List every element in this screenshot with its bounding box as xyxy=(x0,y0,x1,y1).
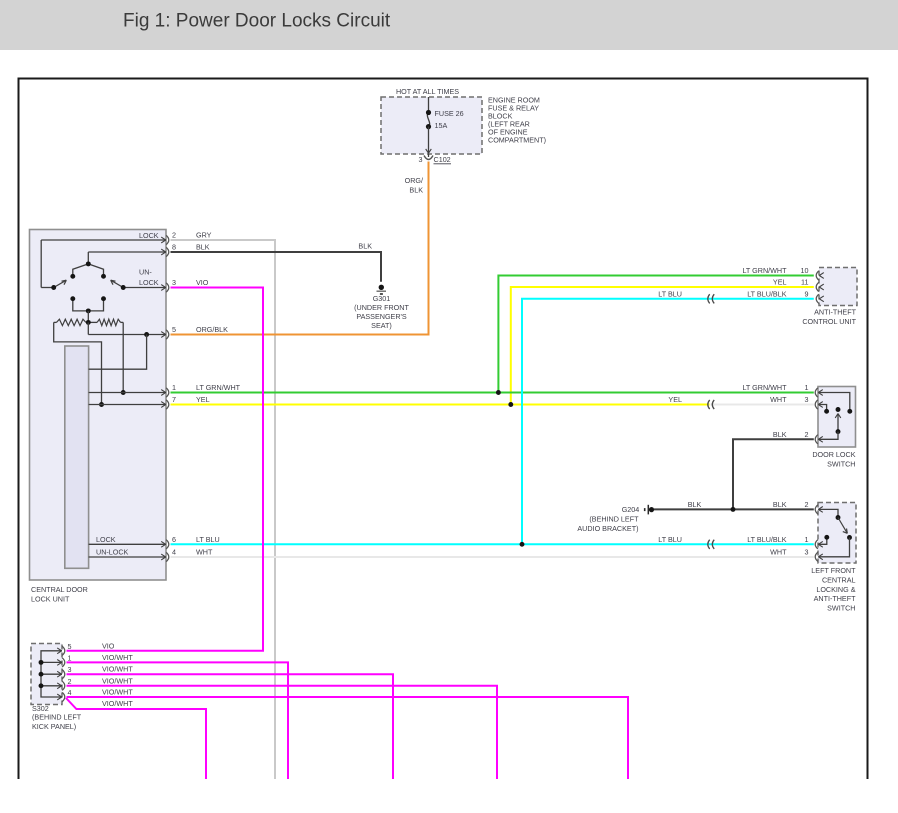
svg-text:BLK: BLK xyxy=(358,242,372,251)
svg-text:LT GRN/WHT: LT GRN/WHT xyxy=(742,266,787,275)
svg-text:G301: G301 xyxy=(373,294,391,303)
svg-text:YEL: YEL xyxy=(773,278,787,287)
svg-text:1: 1 xyxy=(805,535,809,544)
svg-text:WHT: WHT xyxy=(770,547,787,556)
svg-text:YEL: YEL xyxy=(668,395,682,404)
svg-text:BLK: BLK xyxy=(409,186,423,195)
svg-text:LOCK: LOCK xyxy=(139,278,159,287)
svg-text:CENTRAL DOOR: CENTRAL DOOR xyxy=(31,585,88,594)
svg-text:VIO: VIO xyxy=(102,641,115,650)
svg-text:3: 3 xyxy=(805,395,809,404)
svg-text:ANTI-THEFT: ANTI-THEFT xyxy=(814,308,857,317)
svg-text:3: 3 xyxy=(419,155,423,164)
svg-text:PASSENGER'S: PASSENGER'S xyxy=(356,312,407,321)
svg-text:LT GRN/WHT: LT GRN/WHT xyxy=(742,383,787,392)
svg-text:9: 9 xyxy=(805,289,809,298)
svg-text:LOCK UNIT: LOCK UNIT xyxy=(31,595,70,604)
svg-text:VIO: VIO xyxy=(196,278,209,287)
svg-text:15A: 15A xyxy=(435,121,448,130)
svg-text:LOCK: LOCK xyxy=(96,535,116,544)
svg-text:(BEHIND LEFT: (BEHIND LEFT xyxy=(589,515,639,524)
svg-text:3: 3 xyxy=(172,278,176,287)
svg-text:3: 3 xyxy=(68,665,72,674)
svg-text:G204: G204 xyxy=(622,505,640,514)
svg-text:LT BLU: LT BLU xyxy=(658,535,682,544)
svg-text:BLK: BLK xyxy=(688,500,702,509)
svg-text:(BEHIND LEFT: (BEHIND LEFT xyxy=(32,713,82,722)
svg-text:SWITCH: SWITCH xyxy=(827,459,855,468)
svg-text:ANTI-THEFT: ANTI-THEFT xyxy=(814,594,857,603)
svg-text:VIO/WHT: VIO/WHT xyxy=(102,699,133,708)
svg-text:CENTRAL: CENTRAL xyxy=(822,575,856,584)
svg-text:5: 5 xyxy=(68,642,72,651)
svg-text:HOT AT ALL TIMES: HOT AT ALL TIMES xyxy=(396,87,459,96)
svg-text:GRY: GRY xyxy=(196,231,212,240)
svg-text:LOCK: LOCK xyxy=(139,231,159,240)
svg-text:C102: C102 xyxy=(434,155,451,164)
svg-text:2: 2 xyxy=(68,677,72,686)
svg-text:ORG/: ORG/ xyxy=(405,176,423,185)
svg-text:BLK: BLK xyxy=(773,430,787,439)
svg-text:LT BLU/BLK: LT BLU/BLK xyxy=(747,289,786,298)
svg-text:2: 2 xyxy=(172,231,176,240)
svg-text:1: 1 xyxy=(68,653,72,662)
svg-text:(UNDER FRONT: (UNDER FRONT xyxy=(354,303,409,312)
svg-text:SWITCH: SWITCH xyxy=(827,604,855,613)
svg-text:WHT: WHT xyxy=(196,548,213,557)
svg-text:3: 3 xyxy=(805,547,809,556)
svg-text:FUSE 26: FUSE 26 xyxy=(435,109,464,118)
svg-text:AUDIO BRACKET): AUDIO BRACKET) xyxy=(577,524,638,533)
svg-text:Fig 1: Power Door Locks Circui: Fig 1: Power Door Locks Circuit xyxy=(123,11,391,32)
svg-text:LEFT FRONT: LEFT FRONT xyxy=(811,566,856,575)
svg-text:5: 5 xyxy=(172,325,176,334)
svg-text:6: 6 xyxy=(172,535,176,544)
svg-text:KICK PANEL): KICK PANEL) xyxy=(32,722,76,731)
svg-text:VIO/WHT: VIO/WHT xyxy=(102,688,133,697)
svg-text:10: 10 xyxy=(801,266,809,275)
svg-text:BLK: BLK xyxy=(196,243,210,252)
svg-text:VIO/WHT: VIO/WHT xyxy=(102,676,133,685)
svg-text:LT BLU: LT BLU xyxy=(658,289,682,298)
svg-text:2: 2 xyxy=(805,500,809,509)
svg-text:11: 11 xyxy=(801,278,808,287)
svg-text:4: 4 xyxy=(172,548,176,557)
svg-text:LOCKING &: LOCKING & xyxy=(816,585,855,594)
svg-text:YEL: YEL xyxy=(196,395,210,404)
svg-text:VIO/WHT: VIO/WHT xyxy=(102,665,133,674)
svg-text:COMPARTMENT): COMPARTMENT) xyxy=(488,136,546,145)
svg-text:ORG/BLK: ORG/BLK xyxy=(196,325,228,334)
svg-text:WHT: WHT xyxy=(770,395,787,404)
svg-text:7: 7 xyxy=(172,395,176,404)
svg-text:1: 1 xyxy=(172,383,176,392)
svg-text:CONTROL UNIT: CONTROL UNIT xyxy=(802,317,856,326)
svg-text:1: 1 xyxy=(805,383,809,392)
svg-text:LT GRN/WHT: LT GRN/WHT xyxy=(196,383,241,392)
svg-text:4: 4 xyxy=(68,688,72,697)
svg-text:LT BLU: LT BLU xyxy=(196,535,220,544)
svg-text:UN-LOCK: UN-LOCK xyxy=(96,548,129,557)
svg-text:SEAT): SEAT) xyxy=(371,321,392,330)
svg-text:BLK: BLK xyxy=(773,500,787,509)
svg-text:LT BLU/BLK: LT BLU/BLK xyxy=(747,535,786,544)
svg-text:UN-: UN- xyxy=(139,268,152,277)
svg-text:VIO/WHT: VIO/WHT xyxy=(102,653,133,662)
svg-text:DOOR LOCK: DOOR LOCK xyxy=(812,450,855,459)
svg-text:8: 8 xyxy=(172,243,176,252)
svg-text:2: 2 xyxy=(805,430,809,439)
